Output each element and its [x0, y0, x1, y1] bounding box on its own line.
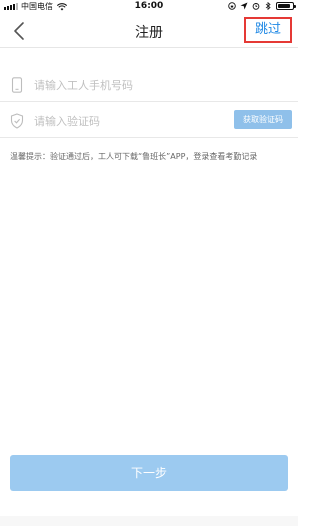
location-icon	[240, 2, 248, 10]
status-bar: 中国电信 16:00	[0, 0, 298, 14]
battery-icon	[276, 2, 296, 10]
back-chevron-icon[interactable]	[10, 20, 30, 42]
phone-icon	[11, 77, 23, 93]
next-button[interactable]: 下一步	[10, 455, 288, 491]
shield-icon	[10, 113, 24, 129]
code-row: 获取验证码	[0, 104, 298, 138]
bluetooth-icon	[265, 2, 271, 10]
nav-bar: 注册 跳过	[0, 14, 298, 48]
code-input[interactable]	[34, 112, 214, 130]
get-code-button[interactable]: 获取验证码	[234, 110, 292, 129]
status-right	[228, 2, 296, 10]
phone-input[interactable]	[34, 76, 274, 94]
bottom-bar	[0, 516, 298, 526]
skip-button[interactable]: 跳过	[244, 17, 292, 43]
alarm-icon	[252, 3, 260, 10]
tip-text: 温馨提示：验证通过后，工人可下载“鲁班长”APP，登录查看考勤记录	[10, 152, 258, 161]
phone-row	[0, 68, 298, 102]
lock-rotation-icon	[228, 2, 236, 10]
